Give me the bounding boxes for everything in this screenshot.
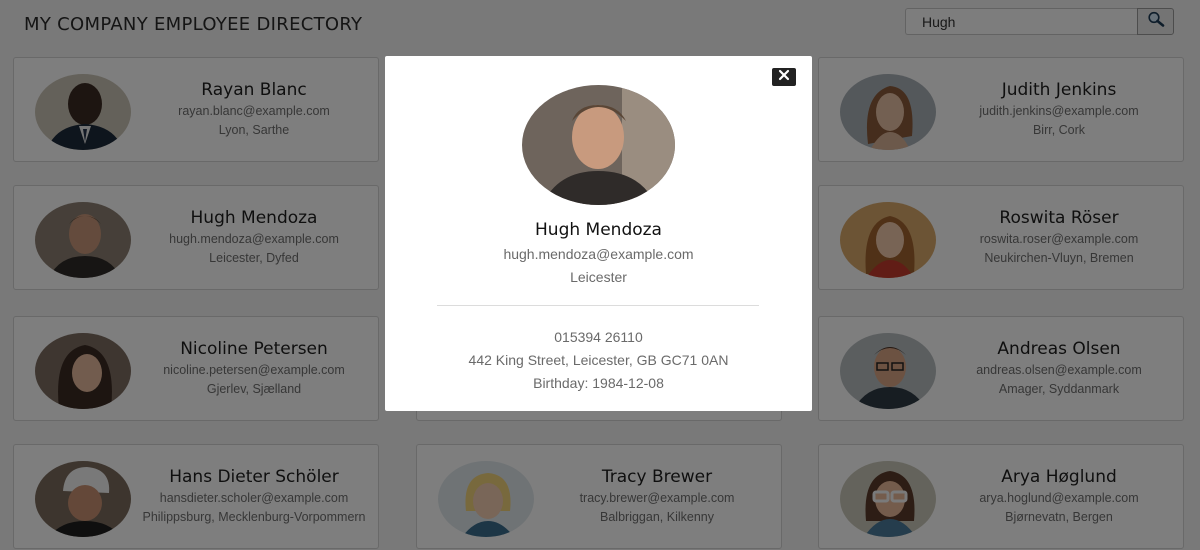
modal-employee-phone: 015394 26110 [554,329,643,345]
modal-employee-email: hugh.mendoza@example.com [503,246,694,262]
modal-avatar [522,85,675,205]
modal-employee-birthday: Birthday: 1984-12-08 [533,375,664,391]
close-icon [778,68,790,86]
modal-employee-name: Hugh Mendoza [535,220,662,240]
modal-close-button[interactable] [772,68,796,86]
modal-divider [437,305,759,306]
modal-employee-address: 442 King Street, Leicester, GB GC71 0AN [468,352,729,368]
employee-modal: Hugh Mendoza hugh.mendoza@example.com Le… [385,56,812,411]
modal-employee-city: Leicester [570,269,627,285]
